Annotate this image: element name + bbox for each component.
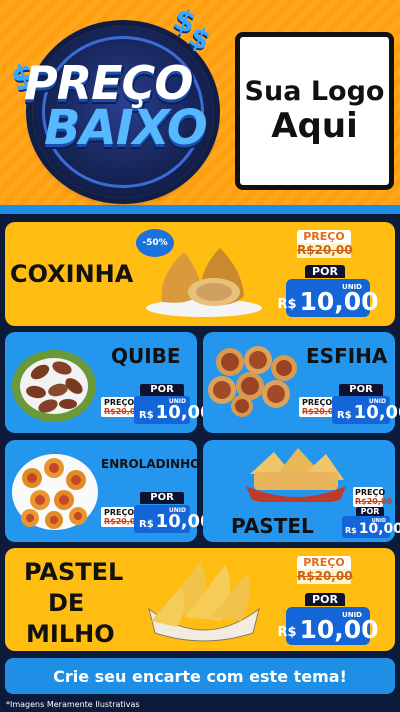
disclaimer-text: *Imagens Meramente Ilustrativas: [6, 700, 140, 709]
new-price-label: POR: [305, 593, 345, 606]
cta-text: Crie seu encarte com este tema!: [53, 666, 347, 686]
new-price-tag: R$ 10,00 UNID: [134, 505, 213, 533]
product-name-line2: DE: [48, 589, 85, 617]
unit-label: UNID: [368, 398, 386, 405]
product-name: COXINHA: [10, 260, 134, 288]
old-price-value: R$20,00: [297, 243, 353, 257]
unit-label: UNID: [168, 398, 186, 405]
logo-text-line1: Sua Logo: [244, 75, 385, 107]
new-price-value: 10,00: [299, 615, 379, 644]
old-price-tag: PREÇO R$20,00: [297, 230, 353, 258]
pastel-de-milho-image: [148, 561, 260, 642]
new-price-tag: R$ 10,00 UNID: [134, 396, 213, 424]
new-price-label: POR: [140, 384, 184, 396]
pastel-image: [246, 448, 346, 502]
old-price-label: PREÇO: [297, 230, 351, 243]
old-price-tag: PREÇO R$20,00: [101, 397, 141, 417]
old-price-value: R$20,00: [355, 497, 393, 506]
product-name: PASTEL: [231, 514, 314, 538]
product-name: ENROLADINHO: [101, 457, 201, 471]
header-divider: [0, 205, 400, 214]
logo-placeholder[interactable]: Sua Logo Aqui: [235, 32, 394, 190]
new-price-value: 10,00: [299, 287, 379, 316]
unit-label: UNID: [371, 518, 386, 524]
old-price-tag: PREÇO R$20,00: [101, 507, 141, 527]
old-price-value: R$20,00: [297, 569, 353, 583]
new-price-tag: R$ 10,00 UNID: [277, 607, 379, 645]
new-price-label: POR: [305, 265, 345, 278]
currency-symbol: R$: [337, 410, 352, 421]
new-price-tag: R$ 10,00 UNID: [332, 396, 400, 424]
currency-symbol: R$: [277, 297, 297, 312]
unit-label: UNID: [342, 283, 362, 291]
esfiha-image: [208, 346, 297, 417]
new-price-label: POR: [140, 492, 184, 504]
cta-banner[interactable]: Crie seu encarte com este tema!: [5, 658, 395, 694]
old-price-tag: PREÇO R$20,00: [297, 556, 353, 584]
product-name: QUIBE: [111, 344, 181, 368]
coxinha-image: [146, 248, 262, 317]
enroladinho-image: [12, 454, 98, 530]
old-price-label: PREÇO: [104, 508, 135, 517]
unit-label: UNID: [168, 507, 186, 514]
unit-label: UNID: [342, 611, 362, 619]
headline-word-2: BAIXO: [44, 100, 208, 156]
logo-text-line2: Aqui: [271, 105, 358, 146]
old-price-label: PREÇO: [302, 398, 333, 407]
product-name-line3: MILHO: [26, 620, 115, 648]
currency-symbol: R$: [277, 625, 297, 640]
product-name: ESFIHA: [306, 344, 388, 368]
old-price-label: PREÇO: [297, 556, 351, 569]
product-name-line1: PASTEL: [24, 558, 124, 586]
currency-symbol: R$: [345, 526, 357, 535]
currency-symbol: R$: [139, 519, 154, 530]
new-price-label: POR: [339, 384, 383, 396]
quibe-image: [12, 350, 96, 422]
old-price-tag: PREÇO R$20,00: [299, 397, 339, 417]
old-price-label: PREÇO: [104, 398, 135, 407]
old-price-tag: PREÇO R$20,00: [353, 487, 392, 507]
old-price-label: PREÇO: [355, 488, 386, 497]
flyer-page: $ $ $ PREÇO BAIXO Sua Logo Aqui COXINHA …: [0, 0, 400, 712]
currency-symbol: R$: [139, 410, 154, 421]
new-price-tag: R$ 10,00 UNID: [342, 516, 400, 538]
new-price-tag: R$ 10,00 UNID: [277, 279, 379, 317]
